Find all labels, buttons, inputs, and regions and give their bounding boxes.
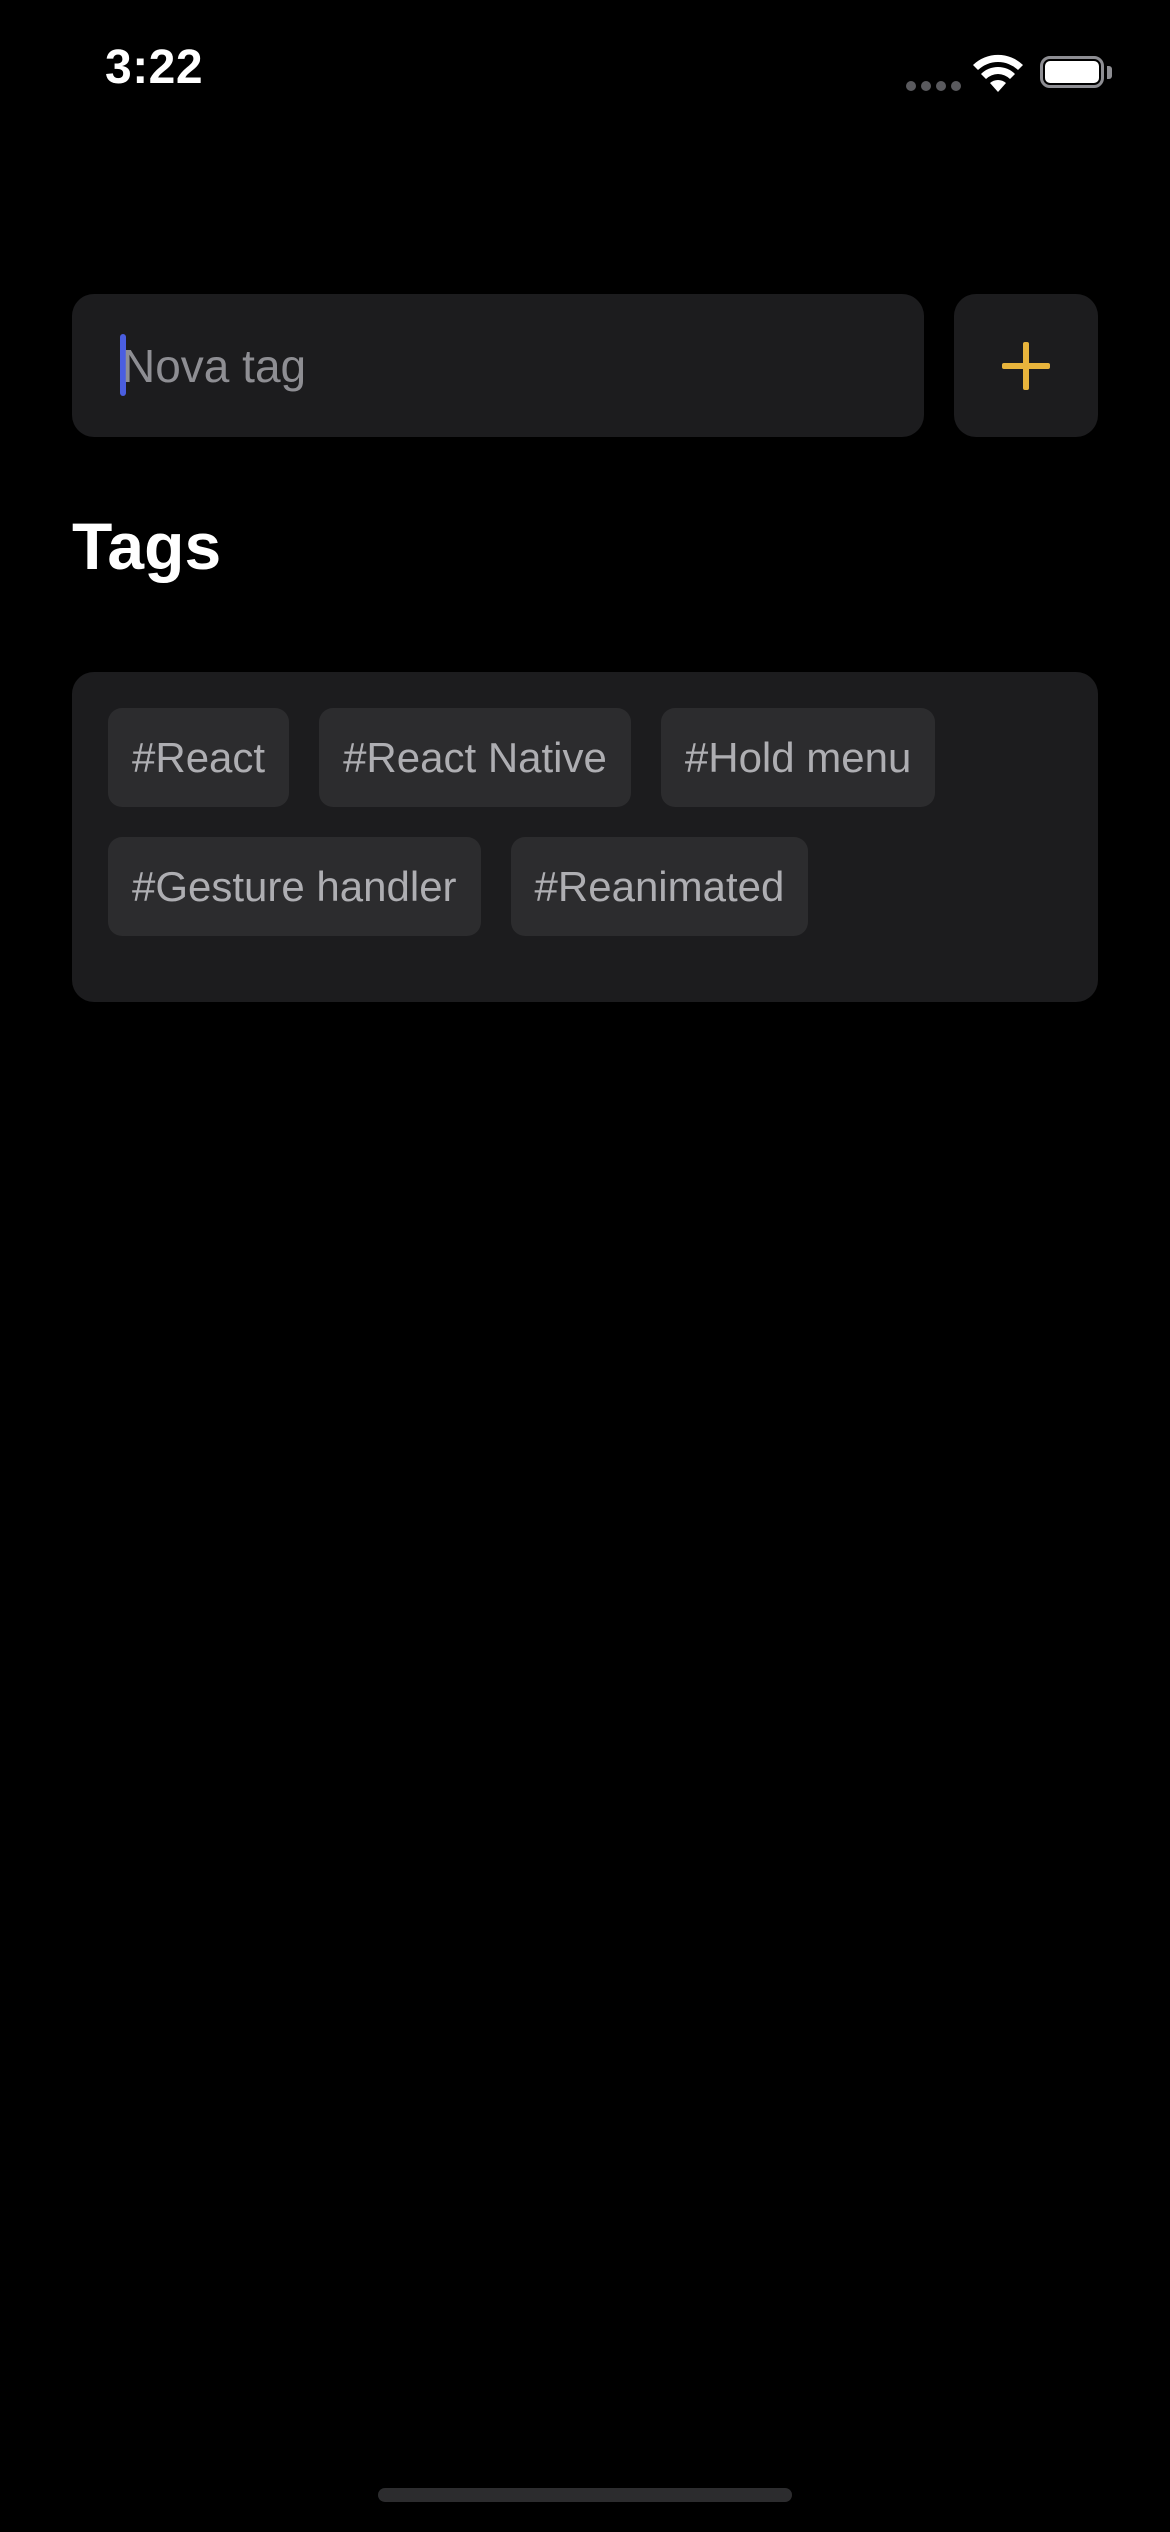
tag-chip[interactable]: #React [108, 708, 290, 807]
wifi-icon [973, 54, 1023, 92]
plus-icon [1002, 342, 1050, 390]
cellular-signal-icon [906, 81, 962, 91]
tag-chip[interactable]: #Reanimated [510, 837, 809, 936]
tags-list: #React #React Native #Hold menu #Gesture… [108, 708, 1062, 936]
new-tag-field[interactable] [72, 294, 924, 437]
tag-chip[interactable]: #Gesture handler [108, 837, 481, 936]
status-bar: 3:22 [0, 0, 1170, 150]
status-time: 3:22 [105, 41, 204, 94]
tag-chip[interactable]: #React Native [319, 708, 631, 807]
tags-card: #React #React Native #Hold menu #Gesture… [72, 672, 1098, 1002]
tags-title: Tags [72, 509, 222, 583]
new-tag-input[interactable] [122, 294, 902, 437]
home-indicator[interactable] [378, 2488, 792, 2502]
add-tag-button[interactable] [954, 294, 1098, 437]
battery-icon [1040, 56, 1116, 92]
tag-chip[interactable]: #Hold menu [660, 708, 936, 807]
